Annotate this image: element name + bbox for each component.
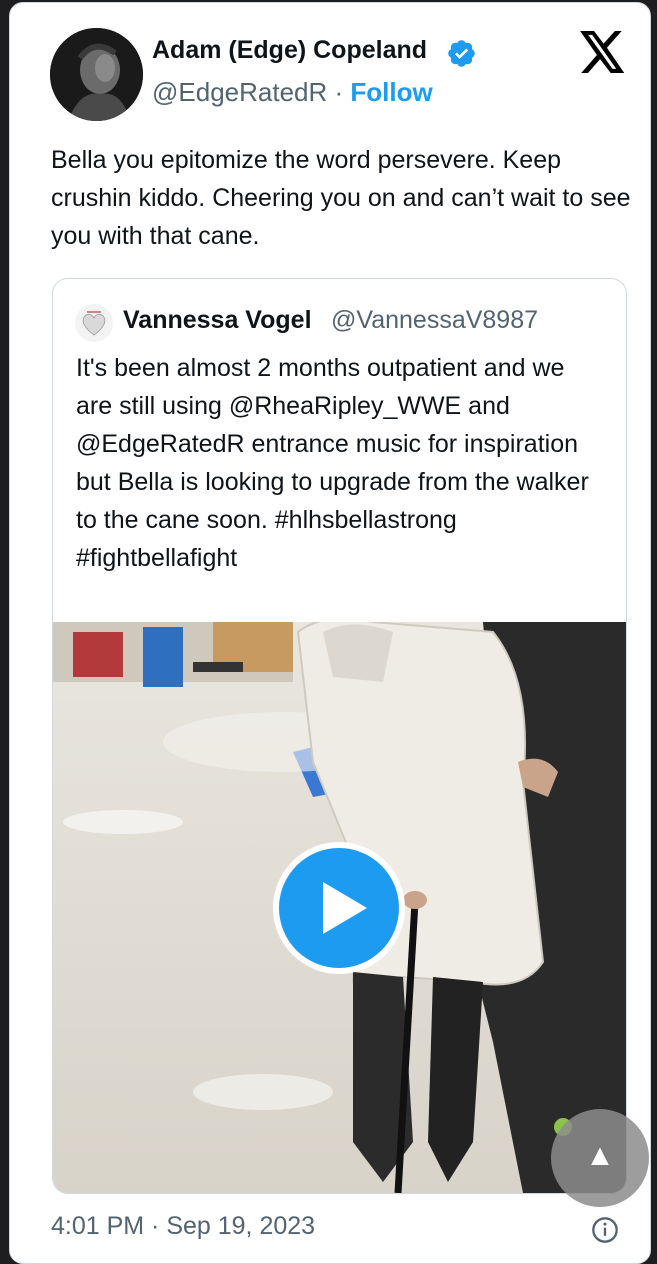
play-icon (323, 882, 367, 934)
author-handle[interactable]: @EdgeRatedR (152, 77, 327, 107)
quoted-tweet-text: It's been almost 2 months outpatient and… (76, 354, 589, 572)
up-arrow-icon: ▲ (585, 1139, 615, 1172)
quoted-tweet[interactable]: Vannessa Vogel @VannessaV8987 It's been … (52, 278, 627, 1194)
handle-separator: · (334, 77, 344, 107)
verified-badge-icon (446, 38, 477, 69)
x-logo-icon[interactable] (580, 31, 626, 73)
play-button[interactable] (273, 842, 405, 974)
author-avatar[interactable] (50, 28, 143, 121)
author-handle-line: @EdgeRatedR · Follow (152, 77, 433, 108)
tweet-text: Bella you epitomize the word persevere. … (51, 146, 631, 250)
quoted-author-name[interactable]: Vannessa Vogel (123, 306, 312, 335)
author-name[interactable]: Adam (Edge) Copeland (152, 36, 427, 65)
info-icon[interactable] (591, 1216, 619, 1244)
quoted-author-handle[interactable]: @VannessaV8987 (331, 306, 538, 335)
tweet-timestamp[interactable]: 4:01 PM · Sep 19, 2023 (51, 1212, 315, 1241)
follow-button[interactable]: Follow (350, 77, 432, 107)
video-thumbnail[interactable] (53, 617, 626, 1193)
quoted-author-avatar[interactable] (75, 304, 113, 342)
scroll-to-top-button[interactable]: ▲ (551, 1109, 649, 1207)
tweet-card: Adam (Edge) Copeland @EdgeRatedR · Follo… (9, 2, 651, 1264)
